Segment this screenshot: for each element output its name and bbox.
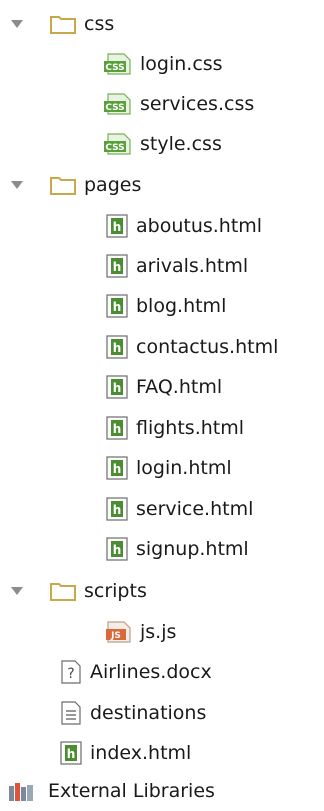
file-label: destinations [90,702,207,724]
html-file-icon: h [106,537,128,561]
html-file-icon: h [60,741,82,765]
folder-icon [50,175,76,195]
svg-text:JS: JS [110,631,121,641]
css-file-icon: CSS [104,53,132,75]
svg-text:h: h [113,422,122,436]
file-item[interactable]: h FAQ.html [106,367,222,407]
svg-text:CSS: CSS [105,103,124,113]
file-item[interactable]: h blog.html [106,286,226,326]
file-item[interactable]: CSS services.css [104,84,254,124]
file-label: blog.html [136,295,227,317]
file-item[interactable]: h index.html [60,733,191,773]
external-libraries[interactable]: External Libraries [8,771,215,811]
html-file-icon: h [106,416,128,440]
file-item[interactable]: h aboutus.html [106,206,262,246]
folder-label: css [84,13,115,35]
svg-text:CSS: CSS [105,143,124,153]
html-file-icon: h [106,335,128,359]
file-label: arivals.html [136,255,249,277]
file-item[interactable]: h login.html [106,448,232,488]
file-label: login.css [140,53,223,75]
expand-arrow-icon[interactable] [10,178,24,192]
css-file-icon: CSS [104,93,132,115]
file-item[interactable]: JS js.js [104,612,176,652]
file-item[interactable]: h signup.html [106,529,249,569]
svg-text:h: h [113,300,122,314]
expand-arrow-icon[interactable] [10,584,24,598]
unknown-file-icon: ? [60,660,82,684]
file-label: index.html [90,742,192,764]
file-item[interactable]: h flights.html [106,408,244,448]
file-label: flights.html [136,417,245,439]
folder-icon [50,581,76,601]
html-file-icon: h [106,214,128,238]
svg-text:?: ? [67,666,74,682]
svg-text:h: h [113,220,122,234]
file-label: aboutus.html [136,215,263,237]
folder-icon [50,14,76,34]
expand-arrow-icon[interactable] [10,17,24,31]
folder-pages[interactable]: pages [10,165,141,205]
html-file-icon: h [106,375,128,399]
svg-text:h: h [113,341,122,355]
file-item[interactable]: h arivals.html [106,246,248,286]
svg-text:h: h [113,462,122,476]
library-icon [8,780,36,802]
svg-text:CSS: CSS [105,63,124,73]
file-label: services.css [140,93,255,115]
svg-text:h: h [113,260,122,274]
file-item[interactable]: ? Airlines.docx [60,652,212,692]
js-file-icon: JS [104,621,132,643]
file-label: contactus.html [136,336,279,358]
html-file-icon: h [106,456,128,480]
file-item[interactable]: destinations [60,693,206,733]
file-label: Airlines.docx [90,661,212,683]
file-label: service.html [136,498,254,520]
folder-css[interactable]: css [10,4,114,44]
file-label: signup.html [136,538,249,560]
svg-text:h: h [113,381,122,395]
folder-scripts[interactable]: scripts [10,571,147,611]
file-label: style.css [140,133,222,155]
file-label: js.js [140,621,177,643]
text-file-icon [60,701,82,725]
file-item[interactable]: h contactus.html [106,327,278,367]
svg-text:h: h [67,747,76,761]
file-item[interactable]: CSS style.css [104,124,222,164]
file-label: FAQ.html [136,376,223,398]
html-file-icon: h [106,254,128,278]
file-item[interactable]: h service.html [106,489,253,529]
folder-label: pages [84,174,142,196]
file-item[interactable]: CSS login.css [104,44,223,84]
library-label: External Libraries [48,780,215,802]
css-file-icon: CSS [104,133,132,155]
html-file-icon: h [106,294,128,318]
folder-label: scripts [84,580,147,602]
svg-text:h: h [113,543,122,557]
file-label: login.html [136,457,232,479]
html-file-icon: h [106,497,128,521]
svg-text:h: h [113,503,122,517]
